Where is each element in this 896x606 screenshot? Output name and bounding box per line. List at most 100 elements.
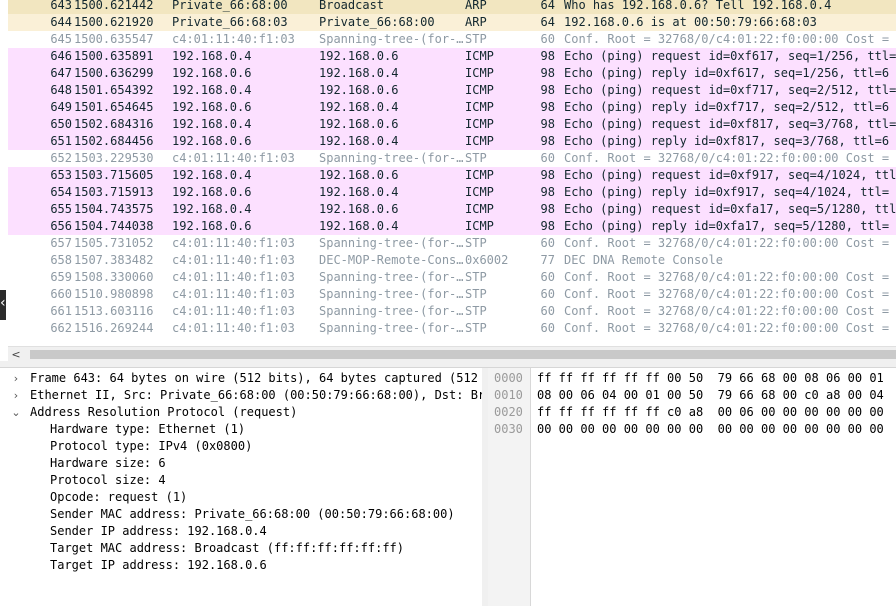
packet-row[interactable]: 658 1507.383482 c4:01:11:40:f1:03 DEC-MOP-R… [8,252,896,269]
expand-chevron-icon[interactable]: › [8,387,24,404]
detail-arp-field-text: Sender IP address: 192.168.0.4 [50,524,267,538]
packet-bytes-pane[interactable]: 0000 ff ff ff ff ff ff 00 50 79 66 68 00 … [488,368,896,606]
packet-row[interactable]: 654 1503.715913 192.168.0.6 192.168.0.4 ICMP… [8,184,896,201]
packet-row[interactable]: 661 1513.603116 c4:01:11:40:f1:03 Spanning-… [8,303,896,320]
packet-cell-info: Echo (ping) reply id=0xfa17, seq=5/1280,… [564,219,890,233]
packet-cell-dst: Broadcast [319,0,385,12]
detail-ethernet[interactable]: › Ethernet II, Src: Private_66:68:00 (00… [8,387,482,404]
packet-cell-proto: STP [465,236,487,250]
detail-arp-field[interactable]: Target MAC address: Broadcast (ff:ff:ff:… [8,540,482,557]
collapse-handle-icon[interactable] [0,290,6,320]
packet-cell-src: 192.168.0.4 [172,202,252,216]
byte-hex-line[interactable]: 08 00 06 04 00 01 00 50 79 66 68 00 c0 a… [537,387,884,404]
packet-cell-len: 98 [540,134,555,148]
packet-cell-src: Private_66:68:00 [172,0,288,12]
packet-cell-len: 98 [540,168,555,182]
packet-cell-time: 1500.621442 [74,0,154,12]
byte-hex-line[interactable]: ff ff ff ff ff ff 00 50 79 66 68 00 08 0… [537,370,884,387]
packet-cell-len: 60 [540,304,555,318]
packet-cell-src: 192.168.0.4 [172,168,252,182]
packet-row[interactable]: 645 1500.635547 c4:01:11:40:f1:03 Spanning-… [8,31,896,48]
packet-row[interactable]: 651 1502.684456 192.168.0.6 192.168.0.4 ICMP… [8,133,896,150]
packet-row[interactable]: 660 1510.980898 c4:01:11:40:f1:03 Spanning-… [8,286,896,303]
byte-hex-line[interactable]: ff ff ff ff ff ff c0 a8 00 06 00 00 00 0… [537,404,884,421]
packet-cell-time: 1503.715605 [74,168,154,182]
detail-arp-field[interactable]: Hardware size: 6 [8,455,482,472]
detail-arp-field[interactable]: Sender IP address: 192.168.0.4 [8,523,482,540]
detail-arp-field[interactable]: Target IP address: 192.168.0.6 [8,557,482,574]
packet-row[interactable]: 657 1505.731052 c4:01:11:40:f1:03 Spanning-… [8,235,896,252]
detail-arp-field[interactable]: Opcode: request (1) [8,489,482,506]
detail-arp[interactable]: ⌄ Address Resolution Protocol (request) [8,404,482,421]
packet-cell-info: Conf. Root = 32768/0/c4:01:22:f0:00:00 C… [564,270,896,284]
packet-cell-len: 98 [540,117,555,131]
packet-cell-dst: Spanning-tree-(for-… [319,236,464,250]
packet-row[interactable]: 662 1516.269244 c4:01:11:40:f1:03 Spanning-… [8,320,896,337]
packet-row[interactable]: 644 1500.621920 Private_66:68:03 Private_66… [8,14,896,31]
packet-cell-time: 1500.635891 [74,49,154,63]
packet-cell-len: 60 [540,236,555,250]
packet-cell-proto: ICMP [465,49,494,63]
packet-cell-src: c4:01:11:40:f1:03 [172,151,295,165]
packet-row[interactable]: 652 1503.229530 c4:01:11:40:f1:03 Spanning-… [8,150,896,167]
packet-details-pane[interactable]: › Frame 643: 64 bytes on wire (512 bits)… [8,368,483,606]
packet-row[interactable]: 647 1500.636299 192.168.0.6 192.168.0.4 ICMP… [8,65,896,82]
detail-arp-field[interactable]: Protocol type: IPv4 (0x0800) [8,438,482,455]
packet-cell-proto: ARP [465,0,487,12]
packet-row[interactable]: 650 1502.684316 192.168.0.4 192.168.0.6 ICMP… [8,116,896,133]
packet-cell-time: 1505.731052 [74,236,154,250]
packet-cell-len: 60 [540,270,555,284]
collapse-chevron-icon[interactable]: ⌄ [8,404,24,421]
packet-cell-info: Echo (ping) reply id=0xf617, seq=1/256, … [564,66,890,80]
detail-arp-field[interactable]: Sender MAC address: Private_66:68:00 (00… [8,506,482,523]
packet-cell-info: Echo (ping) request id=0xf717, seq=2/512… [564,83,896,97]
packet-cell-time: 1500.635547 [74,32,154,46]
packet-list[interactable]: 643 1500.621442 Private_66:68:00 Broadcast A… [8,0,896,346]
packet-cell-time: 1503.715913 [74,185,154,199]
pane-splitter-horizontal[interactable] [0,361,896,368]
packet-cell-dst: Spanning-tree-(for-… [319,151,464,165]
packet-cell-no: 644 [50,15,72,29]
packet-cell-no: 649 [50,100,72,114]
byte-offset: 0000 [494,371,523,385]
packet-cell-info: Conf. Root = 32768/0/c4:01:22:f0:00:00 C… [564,321,896,335]
packet-cell-proto: STP [465,151,487,165]
packet-cell-src: c4:01:11:40:f1:03 [172,287,295,301]
packet-cell-no: 662 [50,321,72,335]
packet-row[interactable]: 649 1501.654645 192.168.0.6 192.168.0.4 ICMP… [8,99,896,116]
packet-cell-proto: ICMP [465,168,494,182]
packet-cell-no: 657 [50,236,72,250]
packet-cell-len: 98 [540,66,555,80]
detail-arp-field[interactable]: Protocol size: 4 [8,472,482,489]
byte-hex-line[interactable]: 00 00 00 00 00 00 00 00 00 00 00 00 00 0… [537,421,884,438]
expand-chevron-icon[interactable]: › [8,370,24,387]
packet-cell-no: 653 [50,168,72,182]
packet-cell-no: 648 [50,83,72,97]
packet-cell-info: Conf. Root = 32768/0/c4:01:22:f0:00:00 C… [564,287,896,301]
detail-arp-field[interactable]: Hardware type: Ethernet (1) [8,421,482,438]
packet-cell-info: Conf. Root = 32768/0/c4:01:22:f0:00:00 C… [564,32,896,46]
packet-cell-src: c4:01:11:40:f1:03 [172,32,295,46]
packet-row[interactable]: 646 1500.635891 192.168.0.4 192.168.0.6 ICMP… [8,48,896,65]
packet-row[interactable]: 655 1504.743575 192.168.0.4 192.168.0.6 ICMP… [8,201,896,218]
packet-cell-no: 654 [50,185,72,199]
packet-row[interactable]: 659 1508.330060 c4:01:11:40:f1:03 Spanning-… [8,269,896,286]
detail-frame[interactable]: › Frame 643: 64 bytes on wire (512 bits)… [8,370,482,387]
packet-row[interactable]: 648 1501.654392 192.168.0.4 192.168.0.6 ICMP… [8,82,896,99]
packet-cell-len: 98 [540,185,555,199]
packet-cell-no: 650 [50,117,72,131]
packet-cell-time: 1513.603116 [74,304,154,318]
packet-row[interactable]: 653 1503.715605 192.168.0.4 192.168.0.6 ICMP… [8,167,896,184]
scrollbar-thumb[interactable] [30,350,896,359]
scroll-left-arrow-icon[interactable]: < [10,347,22,362]
packet-cell-no: 659 [50,270,72,284]
packet-row[interactable]: 643 1500.621442 Private_66:68:00 Broadcast A… [8,0,896,14]
packet-cell-dst: Spanning-tree-(for-… [319,321,464,335]
packet-list-horizontal-scrollbar[interactable]: < [8,346,896,362]
packet-cell-src: c4:01:11:40:f1:03 [172,321,295,335]
packet-row[interactable]: 656 1504.744038 192.168.0.6 192.168.0.4 ICMP… [8,218,896,235]
packet-cell-time: 1503.229530 [74,151,154,165]
packet-cell-dst: 192.168.0.6 [319,202,399,216]
packet-cell-info: Conf. Root = 32768/0/c4:01:22:f0:00:00 C… [564,304,896,318]
packet-cell-dst: Spanning-tree-(for-… [319,270,464,284]
